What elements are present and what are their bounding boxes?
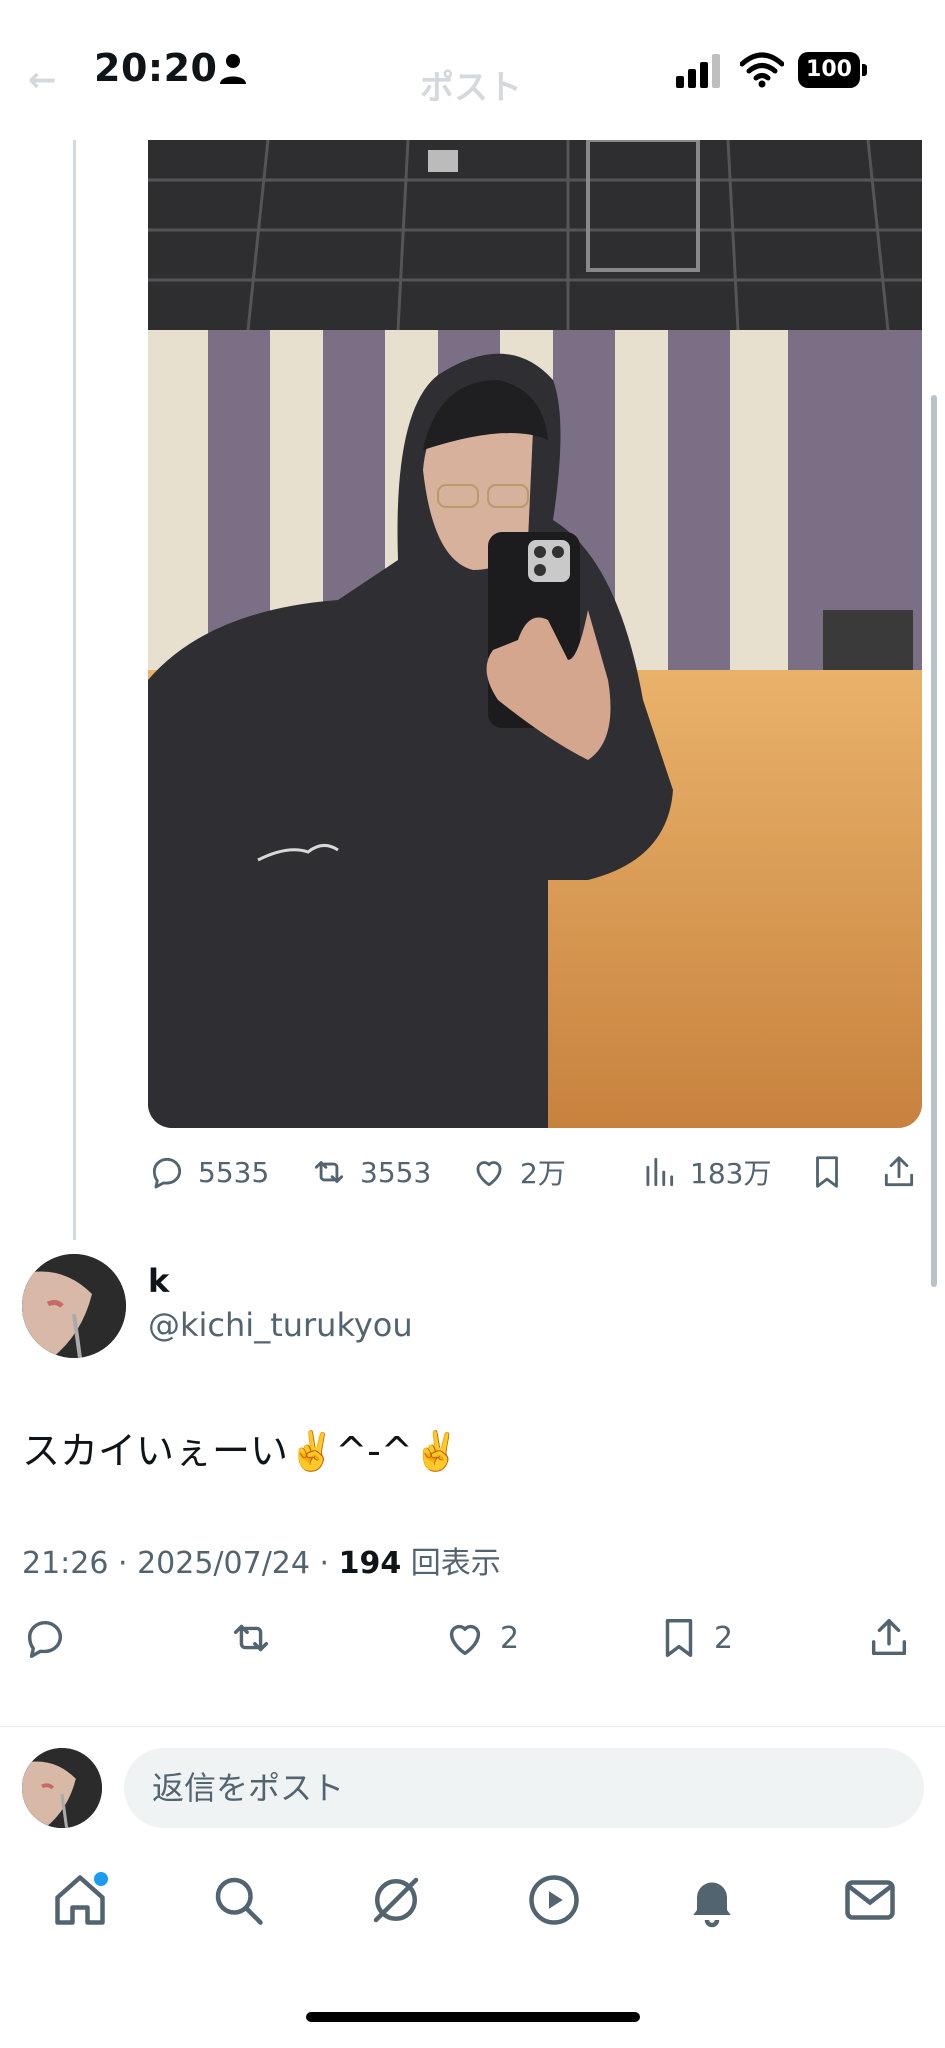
repost-icon xyxy=(233,1624,269,1652)
avatar-image xyxy=(22,1748,102,1828)
share-button[interactable] xyxy=(880,1148,930,1196)
avatar-image xyxy=(22,1254,126,1358)
tab-search[interactable] xyxy=(208,1870,268,1930)
status-time: 20:20 xyxy=(94,46,218,90)
like-button[interactable]: 2 xyxy=(442,1614,519,1662)
messages-icon xyxy=(845,1880,895,1920)
bookmark-count: 2 xyxy=(714,1620,734,1656)
views-icon xyxy=(646,1157,674,1187)
views-button[interactable]: 183万 xyxy=(640,1148,771,1196)
scrollbar[interactable] xyxy=(931,395,937,1287)
like-icon xyxy=(449,1624,481,1656)
reply-icon xyxy=(27,1620,63,1658)
reply-icon xyxy=(152,1157,182,1189)
like-button[interactable]: 2万 xyxy=(470,1148,566,1196)
tab-messages[interactable] xyxy=(840,1870,900,1930)
composer-avatar xyxy=(22,1748,102,1828)
post-meta: 21:26 · 2025/07/24 · 194 回表示 xyxy=(22,1538,501,1582)
share-button[interactable] xyxy=(866,1614,924,1662)
avatar[interactable] xyxy=(22,1254,126,1358)
reply-count: 5535 xyxy=(198,1155,270,1189)
like-count: 2 xyxy=(500,1620,520,1656)
reply-button[interactable]: 5535 xyxy=(148,1148,269,1196)
post-action-bar: 5535 3553 2万 183万 xyxy=(148,1148,922,1196)
bottom-tab-bar xyxy=(0,1850,945,1960)
repost-button[interactable]: 3553 xyxy=(310,1148,431,1196)
reply-button[interactable] xyxy=(22,1614,80,1662)
bookmark-icon xyxy=(816,1156,838,1188)
repost-button[interactable] xyxy=(228,1614,286,1662)
user-name[interactable]: k xyxy=(148,1262,169,1300)
repost-count: 3553 xyxy=(360,1155,432,1189)
repost-icon xyxy=(314,1161,344,1183)
bookmark-button[interactable]: 2 xyxy=(656,1614,733,1662)
post-photo[interactable] xyxy=(148,140,922,1128)
battery-level: 100 xyxy=(798,52,860,88)
bookmark-button[interactable] xyxy=(808,1148,858,1196)
divider xyxy=(0,1726,945,1727)
user-handle[interactable]: @kichi_turukyou xyxy=(148,1306,413,1344)
signal-icon xyxy=(676,54,720,88)
header-title: ポスト xyxy=(420,68,522,108)
post-view-suffix: 回表示 xyxy=(401,1546,501,1581)
search-icon xyxy=(215,1877,263,1925)
post-view-count: 194 xyxy=(338,1546,402,1581)
back-arrow-icon[interactable]: ← xyxy=(28,60,57,100)
battery-icon: 100 xyxy=(798,52,870,88)
photo-illustration xyxy=(148,140,922,1128)
video-icon xyxy=(529,1875,579,1925)
reply-input[interactable]: 返信をポスト xyxy=(124,1748,924,1828)
tab-video[interactable] xyxy=(524,1870,584,1930)
tab-notifications[interactable] xyxy=(682,1870,742,1930)
view-count: 183万 xyxy=(690,1157,772,1190)
home-notification-dot xyxy=(92,1870,110,1888)
tab-grok[interactable] xyxy=(366,1870,426,1930)
wifi-icon xyxy=(740,52,784,88)
share-icon xyxy=(884,1156,914,1187)
reply-post-action-bar: 2 2 xyxy=(22,1614,922,1670)
like-icon xyxy=(476,1161,502,1187)
thread-line xyxy=(73,140,76,1240)
grok-icon xyxy=(373,1877,419,1923)
like-count: 2万 xyxy=(520,1157,566,1190)
post-text: スカイいぇーい✌️^-^✌️ xyxy=(22,1429,461,1473)
post-timestamp[interactable]: 21:26 · 2025/07/24 · xyxy=(22,1546,339,1581)
bookmark-icon xyxy=(665,1619,693,1657)
notifications-icon xyxy=(693,1882,731,1928)
status-bar: ← ポスト 20:20 100 xyxy=(0,0,945,140)
share-icon xyxy=(871,1619,907,1656)
person-icon xyxy=(220,54,246,84)
home-indicator xyxy=(306,2012,640,2022)
